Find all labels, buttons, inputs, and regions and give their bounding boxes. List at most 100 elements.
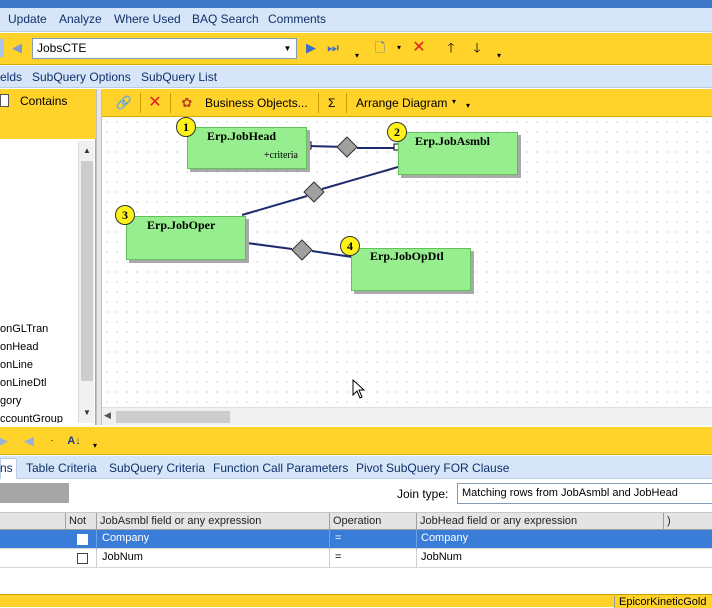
toolbar-separator bbox=[140, 93, 141, 113]
new-document-icon[interactable]: 🗋 bbox=[371, 39, 389, 57]
link-icon[interactable]: 🔗 bbox=[115, 94, 133, 112]
list-item[interactable]: gory bbox=[0, 395, 21, 407]
table-jobasmbl[interactable]: Erp.JobAsmbl bbox=[398, 132, 518, 175]
chevron-down-icon[interactable]: ▾ bbox=[452, 97, 456, 106]
list-item[interactable]: onLine bbox=[0, 359, 33, 371]
nav-last-icon[interactable]: ⏭ bbox=[324, 39, 342, 57]
toolbar-overflow-icon[interactable]: ▾ bbox=[86, 437, 104, 455]
chevron-down-icon[interactable]: ▼ bbox=[281, 41, 294, 56]
cell-divider bbox=[416, 549, 417, 568]
nav-back-icon[interactable]: ◀ bbox=[20, 432, 38, 450]
nav-first-icon[interactable] bbox=[0, 39, 4, 57]
join-diamond-3-4[interactable] bbox=[291, 239, 313, 261]
status-bar: EpicorKineticGold bbox=[0, 594, 712, 608]
column-header-not[interactable]: Not bbox=[69, 515, 86, 527]
table-list: onGLTran onHead onLine onLineDtl gory cc… bbox=[0, 139, 78, 423]
chevron-down-icon[interactable]: ▾ bbox=[390, 39, 408, 57]
move-down-icon[interactable]: 🡓 bbox=[468, 39, 486, 57]
scroll-thumb[interactable] bbox=[116, 411, 230, 423]
join-diamond-2-3[interactable] bbox=[303, 181, 325, 203]
table-title: Erp.JobOper bbox=[147, 218, 216, 232]
column-divider[interactable] bbox=[65, 513, 66, 531]
table-jobhead[interactable]: Erp.JobHead +criteria bbox=[187, 127, 307, 169]
business-objects-button[interactable]: Business Objects... bbox=[205, 96, 308, 110]
join-type-select[interactable]: Matching rows from JobAsmbl and JobHead bbox=[457, 483, 712, 504]
table-joboper[interactable]: Erp.JobOper bbox=[126, 216, 246, 260]
table-list-scrollbar[interactable]: ▲ ▼ bbox=[78, 141, 94, 423]
subquery-nav: elds SubQuery Options SubQuery List bbox=[0, 66, 712, 88]
scroll-left-icon[interactable]: ◀ bbox=[104, 410, 111, 421]
cell-operation[interactable]: = bbox=[335, 551, 341, 563]
table-number-badge: 1 bbox=[176, 117, 196, 137]
nav-prev-icon[interactable]: ◀ bbox=[8, 39, 26, 57]
join-type-label: Join type: bbox=[397, 487, 449, 501]
column-header-right-field[interactable]: JobHead field or any expression bbox=[420, 515, 577, 527]
scroll-up-icon[interactable]: ▲ bbox=[81, 145, 93, 157]
column-divider[interactable] bbox=[663, 513, 664, 531]
table-jobopdtl[interactable]: Erp.JobOpDtl bbox=[351, 248, 471, 291]
mouse-cursor-icon bbox=[352, 379, 366, 399]
cell-left-field[interactable]: JobNum bbox=[102, 551, 143, 563]
menu-baq-search[interactable]: BAQ Search bbox=[192, 12, 259, 26]
contains-label: Contains bbox=[20, 94, 68, 108]
table-row[interactable]: JobNum = JobNum bbox=[0, 549, 712, 568]
cell-divider bbox=[416, 530, 417, 549]
status-environment: EpicorKineticGold bbox=[614, 596, 712, 608]
cell-operation[interactable]: = bbox=[335, 532, 341, 544]
table-number-badge: 4 bbox=[340, 236, 360, 256]
cell-divider bbox=[96, 549, 97, 568]
move-up-icon[interactable]: 🡑 bbox=[442, 39, 460, 57]
tab-table-criteria[interactable]: Table Criteria bbox=[26, 461, 97, 475]
tab-relations[interactable]: ns bbox=[0, 461, 13, 475]
sort-az-icon[interactable]: A↓ bbox=[65, 432, 83, 450]
sigma-button[interactable]: Σ bbox=[328, 96, 335, 110]
arrange-diagram-button[interactable]: Arrange Diagram bbox=[356, 96, 447, 110]
delete-icon[interactable]: ✕ bbox=[410, 39, 428, 57]
join-diamond-1-2[interactable] bbox=[336, 136, 358, 158]
scroll-thumb[interactable] bbox=[81, 161, 93, 381]
query-select[interactable]: JobsCTE ▼ bbox=[32, 38, 297, 59]
tab-pivot-subquery[interactable]: Pivot SubQuery FOR Clause bbox=[356, 461, 509, 475]
column-divider[interactable] bbox=[416, 513, 417, 531]
cell-left-field[interactable]: Company bbox=[102, 532, 149, 544]
toolbar-overflow-icon[interactable]: ▾ bbox=[466, 101, 470, 110]
list-item[interactable]: ccountGroup bbox=[0, 413, 63, 423]
tab-function-call-parameters[interactable]: Function Call Parameters bbox=[213, 461, 348, 475]
toolbar-overflow-icon[interactable]: ▾ bbox=[490, 47, 508, 65]
list-item[interactable]: onGLTran bbox=[0, 323, 48, 335]
menu-where-used[interactable]: Where Used bbox=[114, 12, 181, 26]
criteria-tabs: ns Table Criteria SubQuery Criteria Func… bbox=[0, 456, 712, 479]
table-row[interactable]: Company = Company bbox=[0, 530, 712, 549]
menu-comments[interactable]: Comments bbox=[268, 12, 326, 26]
canvas-hscrollbar[interactable]: ◀ bbox=[102, 407, 712, 425]
cell-right-field[interactable]: Company bbox=[421, 532, 468, 544]
nav-next-icon[interactable]: ▶ bbox=[302, 39, 320, 57]
join-type-row: Join type: Matching rows from JobAsmbl a… bbox=[0, 480, 712, 510]
column-divider[interactable] bbox=[96, 513, 97, 531]
join-action-button[interactable] bbox=[0, 483, 69, 503]
scroll-down-icon[interactable]: ▼ bbox=[81, 407, 93, 419]
toolbar-overflow-icon[interactable]: ▾ bbox=[348, 47, 366, 65]
column-header-left-field[interactable]: JobAsmbl field or any expression bbox=[100, 515, 261, 527]
menu-analyze[interactable]: Analyze bbox=[59, 12, 102, 26]
column-header-operation[interactable]: Operation bbox=[333, 515, 381, 527]
business-objects-icon[interactable]: ✿ bbox=[178, 94, 196, 112]
not-checkbox[interactable] bbox=[77, 534, 88, 545]
list-item[interactable]: onHead bbox=[0, 341, 39, 353]
cell-right-field[interactable]: JobNum bbox=[421, 551, 462, 563]
subnav-subquery-list[interactable]: SubQuery List bbox=[141, 70, 217, 84]
subnav-subquery-options[interactable]: SubQuery Options bbox=[32, 70, 131, 84]
tab-subquery-criteria[interactable]: SubQuery Criteria bbox=[109, 461, 205, 475]
nav-placeholder-icon[interactable]: · bbox=[43, 432, 61, 450]
contains-checkbox[interactable] bbox=[0, 94, 9, 107]
menu-update[interactable]: Update bbox=[8, 12, 47, 26]
delete-icon[interactable]: ✕ bbox=[146, 94, 164, 112]
table-list-panel: Contains onGLTran onHead onLine onLineDt… bbox=[0, 89, 96, 425]
column-header-paren[interactable]: ) bbox=[667, 515, 671, 527]
nav-prev-icon[interactable]: ▶ bbox=[0, 432, 12, 450]
subnav-fields[interactable]: elds bbox=[0, 70, 22, 84]
column-divider[interactable] bbox=[329, 513, 330, 531]
list-item[interactable]: onLineDtl bbox=[0, 377, 46, 389]
not-checkbox[interactable] bbox=[77, 553, 88, 564]
query-diagram-canvas[interactable]: Erp.JobHead +criteria 1 Erp.JobAsmbl 2 E… bbox=[102, 117, 712, 407]
